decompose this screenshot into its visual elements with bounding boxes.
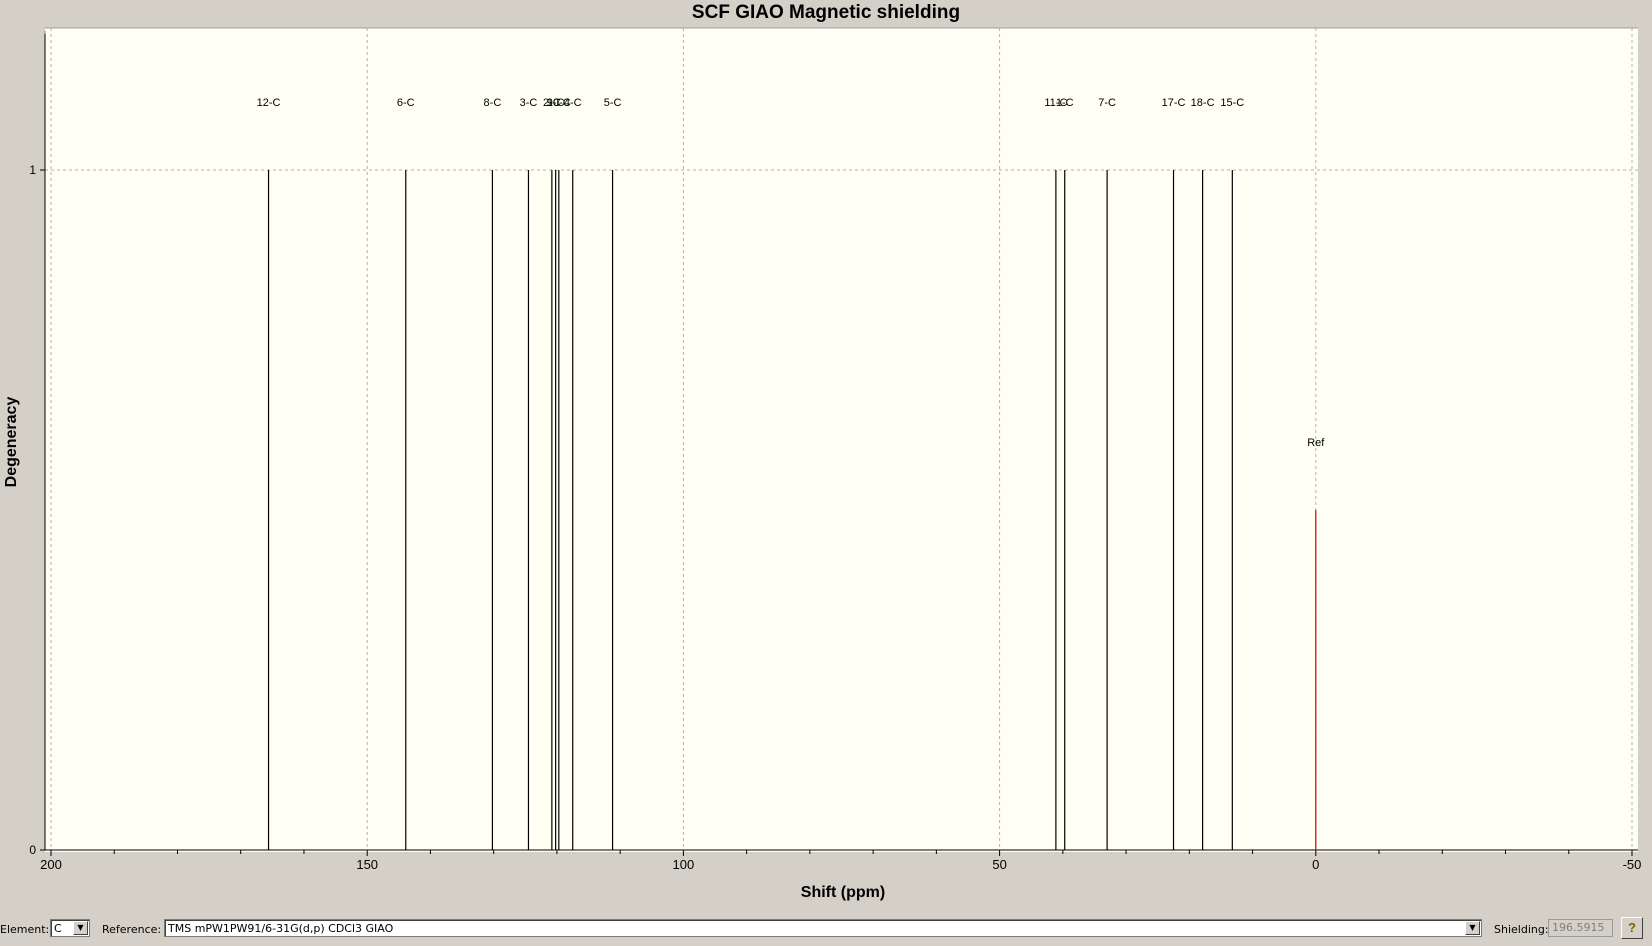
plot-area	[45, 28, 1638, 852]
x-tick-label: 0	[1312, 857, 1319, 872]
x-tick-label: -50	[1623, 857, 1642, 872]
x-tick-label: 200	[40, 857, 62, 872]
y-axis-label: Degeneracy	[3, 396, 20, 488]
reference-label: Ref	[1307, 437, 1325, 449]
bottom-toolbar: Element: C ▼ Reference: TMS mPW1PW91/6-3…	[0, 915, 1652, 946]
y-tick-label: 0	[29, 843, 36, 857]
element-label: Element:	[0, 923, 50, 936]
nmr-plot: 200 150 100 50 0 -500112-C 6-C 8-C 3-C 2-C9-C10-C…	[29, 27, 1642, 872]
peak-label: 4-C	[564, 97, 582, 109]
help-icon[interactable]: ?	[1621, 917, 1643, 939]
peak-label: 7-C	[1098, 97, 1116, 109]
peak-label: 1-C	[1056, 97, 1074, 109]
element-select[interactable]: C ▼	[50, 919, 90, 937]
x-tick-label: 100	[673, 857, 695, 872]
peak-label: 18-C	[1191, 97, 1215, 109]
reference-select[interactable]: TMS mPW1PW91/6-31G(d,p) CDCl3 GIAO ▼	[164, 919, 1482, 937]
x-tick-label: 150	[356, 857, 378, 872]
x-axis-label: Shift (ppm)	[800, 884, 886, 901]
peak-label: 15-C	[1220, 97, 1244, 109]
shielding-label: Shielding:	[1494, 923, 1549, 936]
peak-label: 12-C	[257, 97, 281, 109]
peak-label: 17-C	[1162, 97, 1186, 109]
y-tick-label: 1	[29, 163, 36, 177]
peak-label: 3-C	[520, 97, 538, 109]
reference-label: Reference:	[102, 923, 162, 936]
shielding-field: 196.5915	[1548, 919, 1613, 937]
peak-label: 6-C	[397, 97, 415, 109]
x-tick-label: 50	[992, 857, 1006, 872]
peak-label: 8-C	[484, 97, 502, 109]
peak-label: 5-C	[604, 97, 622, 109]
chevron-down-icon[interactable]: ▼	[73, 921, 88, 935]
chevron-down-icon[interactable]: ▼	[1465, 921, 1480, 935]
